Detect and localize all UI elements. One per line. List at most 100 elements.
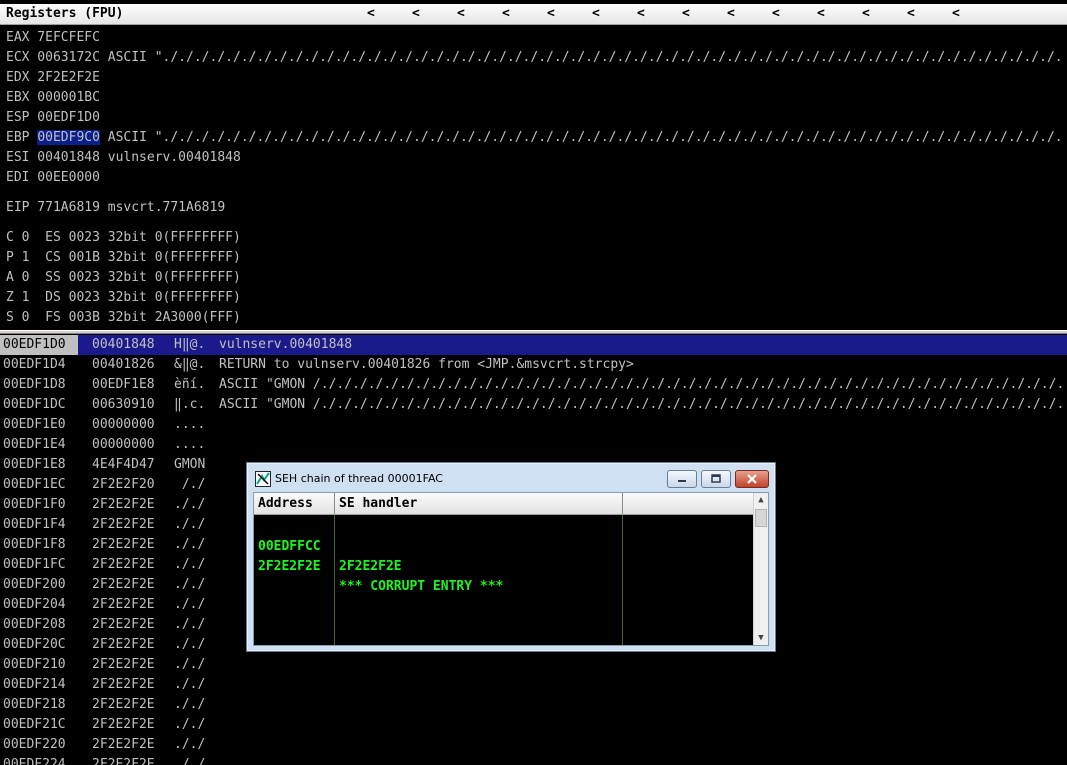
minimize-button[interactable] [667,470,697,488]
stack-row-address: 00EDF1E8 [3,457,66,472]
stack-row-ascii: ././ [174,577,206,592]
register-esp[interactable]: ESP 00EDF1D0 [6,108,100,128]
flag-c-segment-es[interactable]: C 0 ES 0023 32bit 0(FFFFFFFF) [6,228,241,248]
stack-row-address: 00EDF224 [3,757,66,765]
stack-row[interactable]: 00EDF218 2F2E2F2E ././ [0,695,1067,715]
flag-p-segment-cs[interactable]: P 1 CS 001B 32bit 0(FFFFFFFF) [6,248,241,268]
scroll-up-icon[interactable]: ▲ [756,495,766,505]
seh-list[interactable]: Address SE handler 00EDFFCC 2F2E2F2E 2F2… [253,492,769,646]
stack-row-value: 2F2E2F2E [92,537,155,552]
registers-header[interactable]: Registers (FPU) < < < < < < < < < < < < … [0,4,1067,25]
stack-row[interactable]: 00EDF1D0 00401848 H‖@. vulnserv.00401848 [0,335,1067,355]
close-button[interactable] [735,470,769,488]
stack-row[interactable]: 00EDF1DC 00630910 ‖.c. ASCII "GMON /./././.… [0,395,1067,415]
register-ebx[interactable]: EBX 000001BC [6,88,100,108]
stack-row[interactable]: 00EDF220 2F2E2F2E ././ [0,735,1067,755]
stack-row-value: 00630910 [92,397,155,412]
fpu-arrow-icon[interactable]: < [502,4,510,24]
register-edx[interactable]: EDX 2F2E2F2E [6,68,100,88]
vertical-scrollbar[interactable]: ▲ ▼ [753,493,768,645]
stack-row-comment: RETURN to vulnserv.00401826 from <JMP.&m… [219,357,634,372]
stack-row-ascii: ././ [174,557,206,572]
scroll-down-icon[interactable]: ▼ [756,633,766,643]
stack-row-address: 00EDF204 [3,597,66,612]
column-header-empty[interactable] [623,493,754,514]
column-header-address[interactable]: Address [254,493,335,514]
stack-row-ascii: ././ [174,657,206,672]
fpu-arrow-icon[interactable]: < [817,4,825,24]
stack-row-value: 2F2E2F2E [92,497,155,512]
column-header-se-handler[interactable]: SE handler [335,493,623,514]
stack-row-address: 00EDF1FC [3,557,66,572]
register-eip[interactable]: EIP 771A6819 msvcrt.771A6819 [6,198,225,218]
stack-row-address: 00EDF20C [3,637,66,652]
stack-row-ascii: èñí. [174,377,206,392]
stack-row-value: 00401848 [92,337,155,352]
stack-row-comment: ASCII "GMON /./././././././././././././.… [219,397,1065,412]
fpu-arrow-icon[interactable]: < [727,4,735,24]
stack-row-value: 2F2E2F2E [92,737,155,752]
fpu-arrow-icon[interactable]: < [637,4,645,24]
seh-row-handler: 2F2E2F2E [339,559,402,574]
fpu-arrow-icon[interactable]: < [682,4,690,24]
flag-s-segment-fs[interactable]: S 0 FS 003B 32bit 2A3000(FFF) [6,308,241,328]
stack-row[interactable]: 00EDF1E0 00000000.... [0,415,1067,435]
stack-row[interactable]: 00EDF210 2F2E2F2E ././ [0,655,1067,675]
fpu-arrow-icon[interactable]: < [457,4,465,24]
seh-row[interactable]: 2F2E2F2E *** CORRUPT ENTRY *** [254,537,754,594]
register-edi[interactable]: EDI 00EE0000 [6,168,100,188]
stack-row-comment: ASCII "GMON /./././././././././././././.… [219,377,1065,392]
register-ebp-value[interactable]: 00EDF9C0 [37,130,100,145]
registers-pane: Registers (FPU) < < < < < < < < < < < < … [0,0,1067,330]
stack-row[interactable]: 00EDF1E4 00000000.... [0,435,1067,455]
stack-row-ascii: .... [174,437,206,452]
stack-row-address: 00EDF218 [3,697,66,712]
stack-row-value: 2F2E2F20 [92,477,155,492]
stack-row-comment: vulnserv.00401848 [219,337,353,352]
stack-row[interactable]: 00EDF1D4 00401826 &‖@. RETURN to vulnserv.0… [0,355,1067,375]
stack-row[interactable]: 00EDF224 2F2E2F2E ././ [0,755,1067,765]
stack-row-address: 00EDF1D8 [3,377,66,392]
stack-row[interactable]: 00EDF21C 2F2E2F2E ././ [0,715,1067,735]
flag-a-segment-ss[interactable]: A 0 SS 0023 32bit 0(FFFFFFFF) [6,268,241,288]
stack-row-value: 2F2E2F2E [92,657,155,672]
stack-row-address: 00EDF1EC [3,477,66,492]
registers-title: Registers (FPU) [6,6,124,21]
stack-row-value: 2F2E2F2E [92,597,155,612]
register-ecx[interactable]: ECX 0063172C ASCII "././././././././././… [6,48,1063,68]
stack-row-value: 2F2E2F2E [92,517,155,532]
stack-row-value: 2F2E2F2E [92,637,155,652]
register-eax[interactable]: EAX 7EFCFEFC [6,28,100,48]
stack-row-ascii: ././ [174,537,206,552]
fpu-arrow-icon[interactable]: < [367,4,375,24]
fpu-arrow-icon[interactable]: < [547,4,555,24]
register-ebp[interactable]: EBP 00EDF9C0 ASCII "././././././././././… [6,128,1063,148]
fpu-arrow-icon[interactable]: < [772,4,780,24]
stack-row-address: 00EDF210 [3,657,66,672]
seh-titlebar[interactable]: SEH chain of thread 00001FAC [247,463,775,493]
seh-column-headers: Address SE handler [254,493,754,515]
stack-row[interactable]: 00EDF1D8 00EDF1E8 èñí. ASCII "GMON /./././.… [0,375,1067,395]
fpu-arrow-icon[interactable]: < [862,4,870,24]
scroll-thumb[interactable] [755,509,767,527]
stack-row-value: 00401826 [92,357,155,372]
stack-row-value: 00EDF1E8 [92,377,155,392]
fpu-arrow-icon[interactable]: < [907,4,915,24]
register-esi[interactable]: ESI 00401848 vulnserv.00401848 [6,148,241,168]
stack-row-ascii: GMON [174,457,206,472]
stack-row-ascii: ‖.c. [174,397,206,412]
fpu-arrow-icon[interactable]: < [952,4,960,24]
fpu-arrow-icon[interactable]: < [412,4,420,24]
stack-row-ascii: ././ [174,757,206,765]
stack-row-value: 2F2E2F2E [92,577,155,592]
seh-row[interactable]: 00EDFFCC 2F2E2F2E [254,517,754,574]
fpu-arrow-icon[interactable]: < [592,4,600,24]
maximize-button[interactable] [701,470,731,488]
seh-row-address: 2F2E2F2E [258,559,321,574]
stack-row-address: 00EDF1E4 [3,437,66,452]
stack-row-ascii: ././ [174,677,206,692]
stack-row[interactable]: 00EDF214 2F2E2F2E ././ [0,675,1067,695]
flag-z-segment-ds[interactable]: Z 1 DS 0023 32bit 0(FFFFFFFF) [6,288,241,308]
stack-row-address: 00EDF200 [3,577,66,592]
seh-row-handler: *** CORRUPT ENTRY *** [339,579,504,594]
